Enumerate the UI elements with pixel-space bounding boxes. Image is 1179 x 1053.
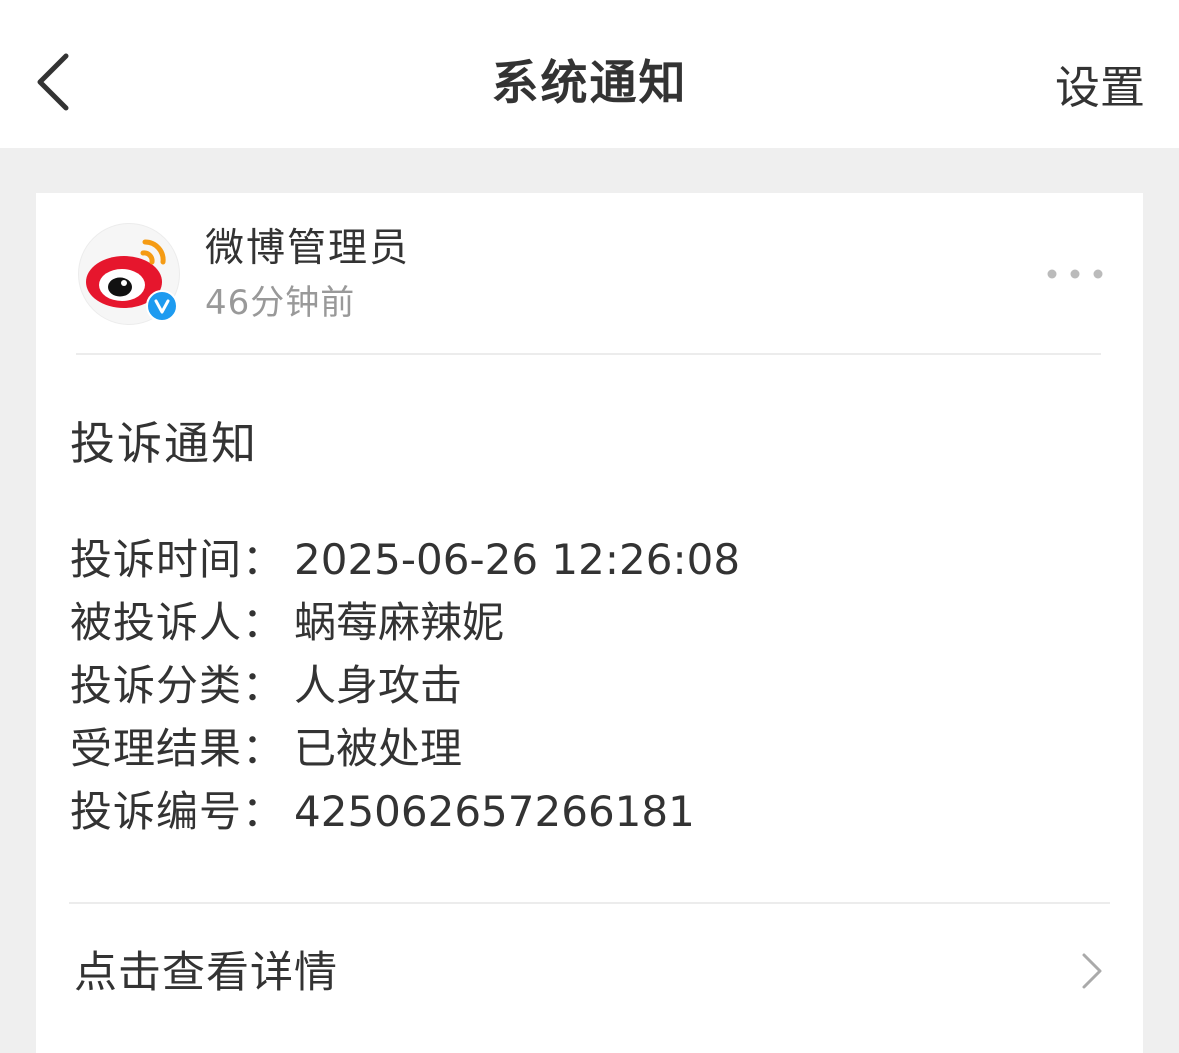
detail-row-result: 受理结果： 已被处理 bbox=[70, 717, 740, 780]
detail-label: 投诉分类： bbox=[70, 661, 286, 710]
detail-label: 投诉时间： bbox=[70, 535, 286, 584]
detail-label: 投诉编号： bbox=[70, 787, 286, 836]
post-time: 46分钟前 bbox=[205, 283, 356, 323]
chevron-right-icon bbox=[1076, 951, 1106, 991]
detail-label: 被投诉人： bbox=[70, 598, 286, 647]
detail-row-category: 投诉分类： 人身攻击 bbox=[70, 654, 740, 717]
notification-card: 微博管理员 46分钟前 投诉通知 投诉时间： 2025-06-26 12:26:0… bbox=[36, 193, 1143, 1053]
more-dots-icon bbox=[1043, 257, 1107, 291]
divider bbox=[69, 902, 1110, 904]
detail-value: 人身攻击 bbox=[294, 661, 463, 710]
nav-bar: 系统通知 设置 bbox=[0, 0, 1179, 148]
detail-row-complaint-id: 投诉编号： 425062657266181 bbox=[70, 780, 740, 843]
more-button[interactable] bbox=[1043, 257, 1107, 291]
notice-heading: 投诉通知 bbox=[70, 417, 259, 470]
page-title: 系统通知 bbox=[491, 56, 688, 111]
divider bbox=[76, 353, 1101, 355]
detail-value: 2025-06-26 12:26:08 bbox=[294, 535, 741, 584]
detail-row-complaint-time: 投诉时间： 2025-06-26 12:26:08 bbox=[70, 528, 740, 591]
view-details-link[interactable]: 点击查看详情 bbox=[36, 905, 1143, 1045]
detail-row-complained-user: 被投诉人： 蜗莓麻辣妮 bbox=[70, 591, 740, 654]
settings-button[interactable]: 设置 bbox=[1055, 58, 1145, 118]
detail-value: 已被处理 bbox=[294, 724, 463, 773]
view-details-label: 点击查看详情 bbox=[74, 948, 338, 998]
verified-v-icon bbox=[146, 290, 178, 322]
detail-label: 受理结果： bbox=[70, 724, 286, 773]
detail-value: 蜗莓麻辣妮 bbox=[294, 598, 505, 647]
complaint-details: 投诉时间： 2025-06-26 12:26:08 被投诉人： 蜗莓麻辣妮 投诉分类… bbox=[70, 528, 740, 843]
sender-name[interactable]: 微博管理员 bbox=[205, 223, 410, 275]
detail-value: 425062657266181 bbox=[294, 787, 695, 836]
